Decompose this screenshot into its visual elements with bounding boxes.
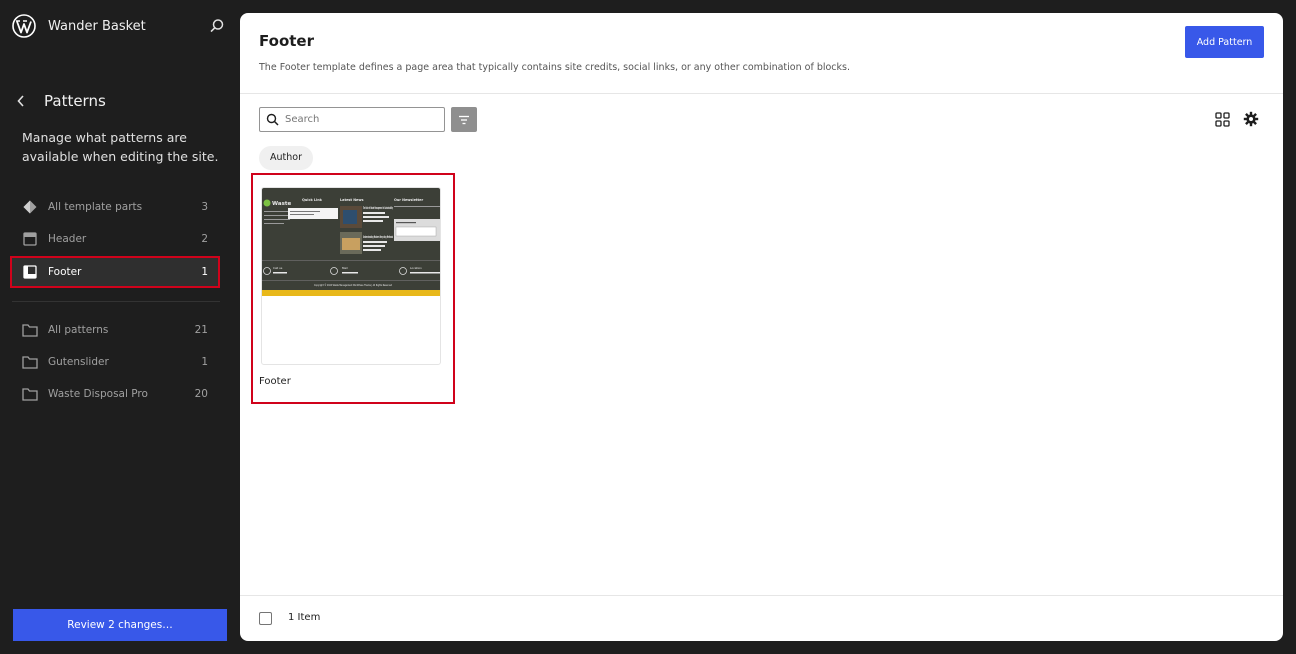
sidebar-item-label: All patterns — [48, 324, 109, 336]
sidebar-item-count: 1 — [201, 356, 208, 368]
folder-icon — [22, 322, 38, 338]
sidebar-description: Manage what patterns are available when … — [22, 130, 219, 164]
thumb-contact: Location — [410, 266, 422, 270]
sidebar: Wander Basket Patterns Manage what patte… — [0, 0, 240, 654]
wordpress-logo-icon[interactable] — [12, 14, 36, 38]
header-divider — [240, 93, 1283, 94]
sidebar-item-waste-disposal-pro[interactable]: Waste Disposal Pro 20 — [12, 380, 218, 408]
search-icon — [266, 113, 279, 126]
header-layout-icon — [22, 231, 38, 247]
thumbnail-preview: Waste Quick Link Latest News Our Newslet… — [262, 198, 440, 287]
thumb-contact: Call us — [273, 266, 283, 270]
thumb-logo: Waste — [272, 201, 291, 207]
sidebar-heading: Patterns — [44, 92, 106, 110]
filter-icon — [459, 115, 469, 124]
sidebar-item-count: 2 — [201, 233, 208, 245]
thumb-contact: Mail — [342, 266, 348, 270]
add-pattern-button[interactable]: Add Pattern — [1185, 26, 1264, 58]
site-name[interactable]: Wander Basket — [48, 19, 146, 34]
search-input[interactable] — [285, 114, 435, 125]
sidebar-item-count: 21 — [194, 324, 208, 336]
sidebar-item-count: 3 — [201, 201, 208, 213]
folder-icon — [22, 354, 38, 370]
review-changes-button[interactable]: Review 2 changes… — [13, 609, 227, 641]
sidebar-item-label: Gutenslider — [48, 356, 109, 368]
search-icon[interactable] — [208, 17, 226, 35]
sidebar-item-all-patterns[interactable]: All patterns 21 — [12, 316, 218, 344]
pattern-thumbnail: Waste Quick Link Latest News Our Newslet… — [262, 188, 440, 296]
author-filter-chip[interactable]: Author — [259, 146, 313, 170]
sidebar-item-header[interactable]: Header 2 — [12, 225, 218, 253]
search-field[interactable] — [259, 107, 445, 132]
sidebar-item-count: 1 — [201, 266, 208, 278]
thumb-news: Understanding Modern Recycling Methods — [363, 235, 393, 239]
sidebar-item-label: All template parts — [48, 201, 143, 213]
sidebar-title: Patterns — [16, 92, 106, 110]
thumb-heading: Our Newsletter — [394, 198, 423, 202]
thumbnail-accent-strip — [262, 290, 440, 296]
grid-view-icon[interactable] — [1215, 112, 1230, 127]
sidebar-divider — [12, 301, 220, 302]
thumb-heading: Quick Link — [302, 198, 323, 202]
thumb-heading: Latest News — [340, 198, 363, 202]
pattern-card[interactable]: Waste Quick Link Latest News Our Newslet… — [261, 187, 441, 365]
sidebar-item-label: Header — [48, 233, 87, 245]
main-panel: Footer The Footer template defines a pag… — [240, 13, 1283, 641]
page-title: Footer — [259, 32, 314, 50]
chevron-left-icon — [17, 95, 24, 107]
footer-layout-icon — [22, 264, 38, 280]
back-button[interactable] — [16, 92, 30, 110]
filter-button[interactable] — [451, 107, 477, 132]
pattern-card-title[interactable]: Footer — [259, 376, 291, 387]
thumb-copyright: Copyright © 2024 Waste Management WordPr… — [314, 283, 392, 287]
site-header: Wander Basket — [12, 14, 228, 38]
footer-divider — [240, 595, 1283, 596]
sidebar-item-count: 20 — [194, 388, 208, 400]
sidebar-item-label: Footer — [48, 266, 82, 278]
gear-icon[interactable] — [1243, 111, 1259, 127]
diamond-icon — [22, 199, 38, 215]
select-all-checkbox[interactable] — [259, 612, 272, 625]
pattern-card-highlight: Waste Quick Link Latest News Our Newslet… — [251, 173, 455, 404]
item-count: 1 Item — [288, 612, 321, 623]
sidebar-item-footer[interactable]: Footer 1 — [10, 256, 220, 288]
sidebar-item-label: Waste Disposal Pro — [48, 388, 148, 400]
folder-icon — [22, 386, 38, 402]
sidebar-item-gutenslider[interactable]: Gutenslider 1 — [12, 348, 218, 376]
thumb-news: The Role of Waste Management in Sustaina… — [363, 206, 393, 210]
page-description: The Footer template defines a page area … — [259, 62, 850, 73]
sidebar-item-all-template-parts[interactable]: All template parts 3 — [12, 193, 218, 221]
